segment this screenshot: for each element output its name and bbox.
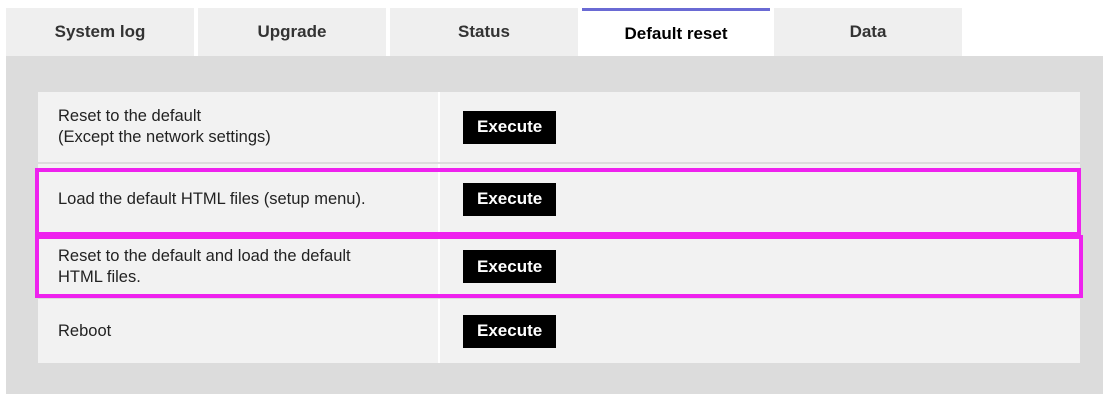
row-label: Reset to the default (Except the network… [38,92,440,162]
reset-default-execute-button[interactable]: Execute [463,110,557,144]
reset-default-row: Reset to the default (Except the network… [38,92,1080,162]
reset-and-load-html-row: Reset to the default and load the defaul… [38,236,1080,297]
tab-label: Upgrade [257,22,327,41]
row-label: Load the default HTML files (setup menu)… [38,164,440,234]
reboot-row: Reboot Execute [38,299,1080,363]
tab-status[interactable]: Status [390,8,578,56]
reboot-execute-button[interactable]: Execute [463,314,557,348]
tab-label: Status [458,22,510,41]
row-action-cell: Execute [442,299,1080,363]
tab-label: Data [849,22,887,41]
reset-and-load-html-execute-button[interactable]: Execute [463,250,557,283]
tab-label: System log [54,22,146,41]
tab-system-log[interactable]: System log [6,8,194,56]
tab-default-reset[interactable]: Default reset [582,8,770,56]
row-label: Reboot [38,299,440,363]
load-default-html-execute-button[interactable]: Execute [463,182,557,216]
tab-upgrade[interactable]: Upgrade [198,8,386,56]
tab-label: Default reset [624,23,728,43]
row-action-cell: Execute [442,92,1080,162]
row-action-cell: Execute [442,164,1080,234]
load-default-html-row: Load the default HTML files (setup menu)… [38,164,1080,234]
tab-data[interactable]: Data [774,8,962,56]
row-label: Reset to the default and load the defaul… [38,236,440,297]
row-action-cell: Execute [442,236,1080,297]
